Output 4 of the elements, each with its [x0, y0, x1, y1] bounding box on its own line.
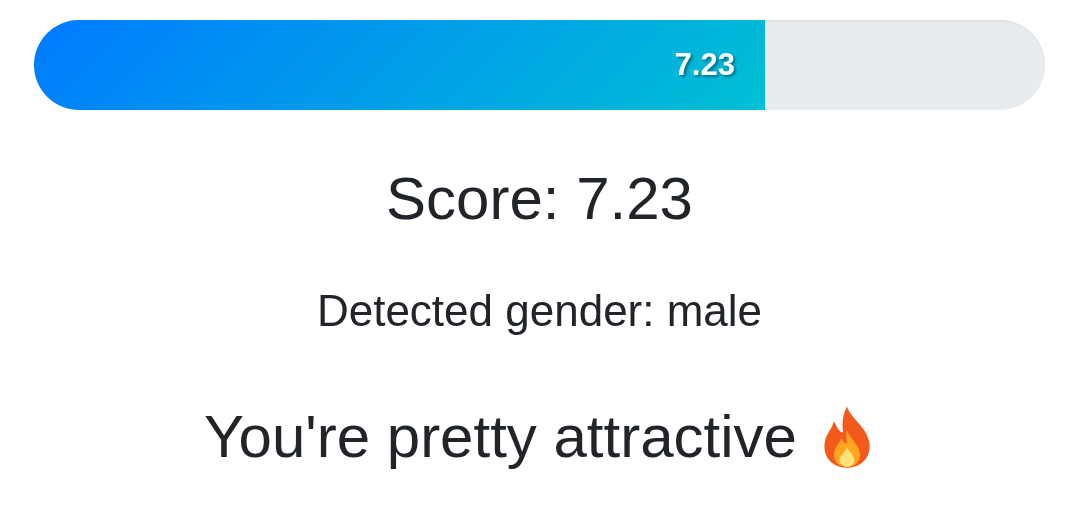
score-text: Score: 7.23 — [385, 164, 694, 234]
verdict-text: You're pretty attractive — [204, 402, 797, 472]
progress-value: 7.23 — [674, 47, 735, 83]
gender-text: Detected gender: male — [315, 286, 764, 336]
